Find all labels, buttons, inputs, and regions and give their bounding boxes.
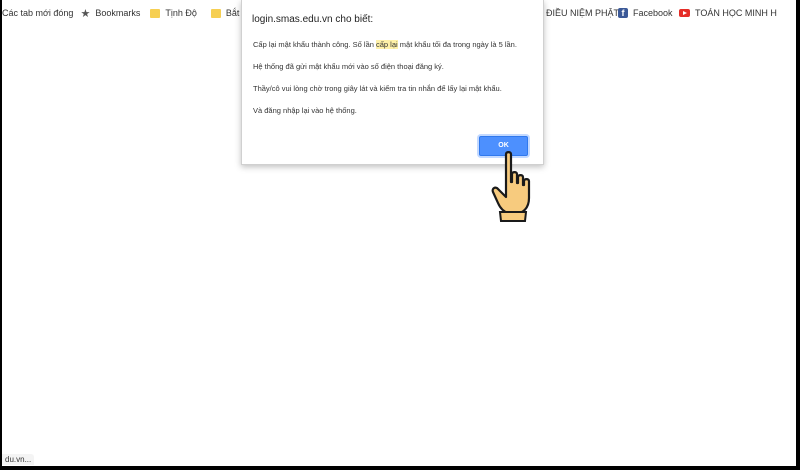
bookmark-label: Bookmarks — [95, 8, 141, 18]
hand-pointer-icon — [491, 151, 531, 222]
alert-dialog: login.smas.edu.vn cho biết: Cấp lại mật … — [241, 0, 544, 165]
bookmark-folder-tinh-do[interactable]: Tịnh Độ — [150, 0, 197, 26]
dialog-title: login.smas.edu.vn cho biết: — [252, 14, 374, 25]
bookmark-label: Tịnh Độ — [165, 8, 197, 18]
browser-viewport: Các tab mới đóng ★ Bookmarks Tịnh Độ Bắt… — [2, 0, 796, 466]
highlighted-text: cấp lại — [376, 40, 398, 49]
folder-icon — [150, 8, 161, 18]
message-paragraph: Hệ thống đã gửi mật khẩu mới vào số điện… — [253, 62, 444, 71]
bookmark-bookmarks[interactable]: ★ Bookmarks — [80, 0, 140, 26]
dialog-message: Cấp lại mật khẩu thành công. Số lần cấp … — [253, 40, 539, 128]
bookmark-label: M ĐIỀU NIỆM PHẬT — [536, 8, 620, 18]
bookmark-niem-phat[interactable]: M ĐIỀU NIỆM PHẬT — [536, 0, 619, 26]
status-bar: du.vn... — [2, 454, 35, 465]
bookmark-label: Facebook — [633, 8, 673, 18]
bookmark-toan-hoc[interactable]: TOÁN HỌC MINH H — [679, 0, 777, 26]
message-text: Cấp lại mật khẩu thành công. Số lần — [253, 40, 376, 49]
message-paragraph: Và đăng nhập lại vào hệ thống. — [253, 106, 357, 115]
folder-icon — [210, 8, 221, 18]
message-text: mật khẩu tối đa trong ngày là 5 lần. — [397, 40, 517, 49]
bookmark-facebook[interactable]: f Facebook — [618, 0, 673, 26]
facebook-icon: f — [618, 8, 628, 18]
star-icon: ★ — [80, 7, 91, 20]
youtube-icon — [679, 9, 690, 17]
message-paragraph: Cấp lại mật khẩu thành công. Số lần cấp … — [253, 40, 539, 50]
bookmark-label: Các tab mới đóng — [2, 8, 74, 18]
bookmark-recent-tabs[interactable]: Các tab mới đóng — [2, 0, 73, 26]
message-paragraph: Thầy/cô vui lòng chờ trong giây lát và k… — [253, 84, 502, 93]
bookmark-label: TOÁN HỌC MINH H — [695, 8, 777, 18]
